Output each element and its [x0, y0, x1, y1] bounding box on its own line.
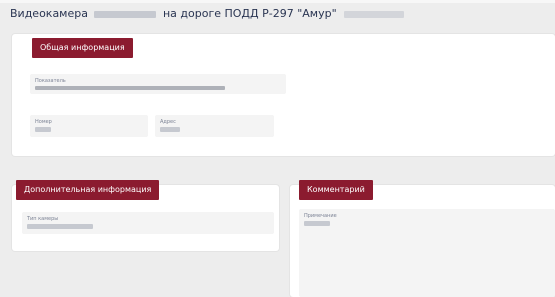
- comment-field-value: [304, 221, 330, 227]
- additional-info-header: Дополнительная информация: [16, 180, 160, 200]
- page-title: Видеокамера на дороге ПОДД Р-297 "Амур": [10, 6, 550, 22]
- comment-field-label: Примечание: [304, 213, 337, 219]
- general-field-3: Адрес: [155, 115, 274, 137]
- additional-field-1: Тип камеры: [22, 212, 274, 234]
- comment-card: Комментарий Примечание: [290, 180, 555, 297]
- general-info-header: Общая информация: [32, 38, 133, 58]
- redacted-value: [35, 85, 225, 90]
- general-field-2: Номер: [30, 115, 148, 137]
- redacted-value: [304, 221, 330, 226]
- redacted-location: [344, 10, 405, 18]
- additional-field-1-value: [27, 224, 93, 230]
- general-field-2-value: [35, 127, 51, 133]
- comment-header: Комментарий: [299, 180, 373, 200]
- redacted-value: [35, 127, 51, 132]
- redacted-value: [27, 224, 93, 229]
- page-title-start: Видеокамера: [10, 7, 88, 20]
- general-field-3-value: [160, 127, 180, 133]
- redacted-value: [160, 127, 180, 132]
- comment-field[interactable]: Примечание: [299, 209, 555, 297]
- general-field-1-label: Показатель: [35, 78, 66, 84]
- general-field-2-label: Номер: [35, 119, 52, 125]
- general-field-3-label: Адрес: [160, 119, 176, 125]
- general-field-1: Показатель: [30, 74, 286, 94]
- page-title-middle: на дороге ПОДД Р-297 "Амур": [162, 7, 337, 20]
- top-strip: [0, 0, 555, 3]
- general-field-1-value: [35, 85, 225, 91]
- redacted-camera-id: [94, 10, 157, 18]
- additional-field-1-label: Тип камеры: [27, 216, 59, 222]
- additional-info-card: Дополнительная информация Тип камеры: [12, 180, 279, 251]
- general-info-card: Общая информация Показатель Номер Адрес: [12, 34, 555, 156]
